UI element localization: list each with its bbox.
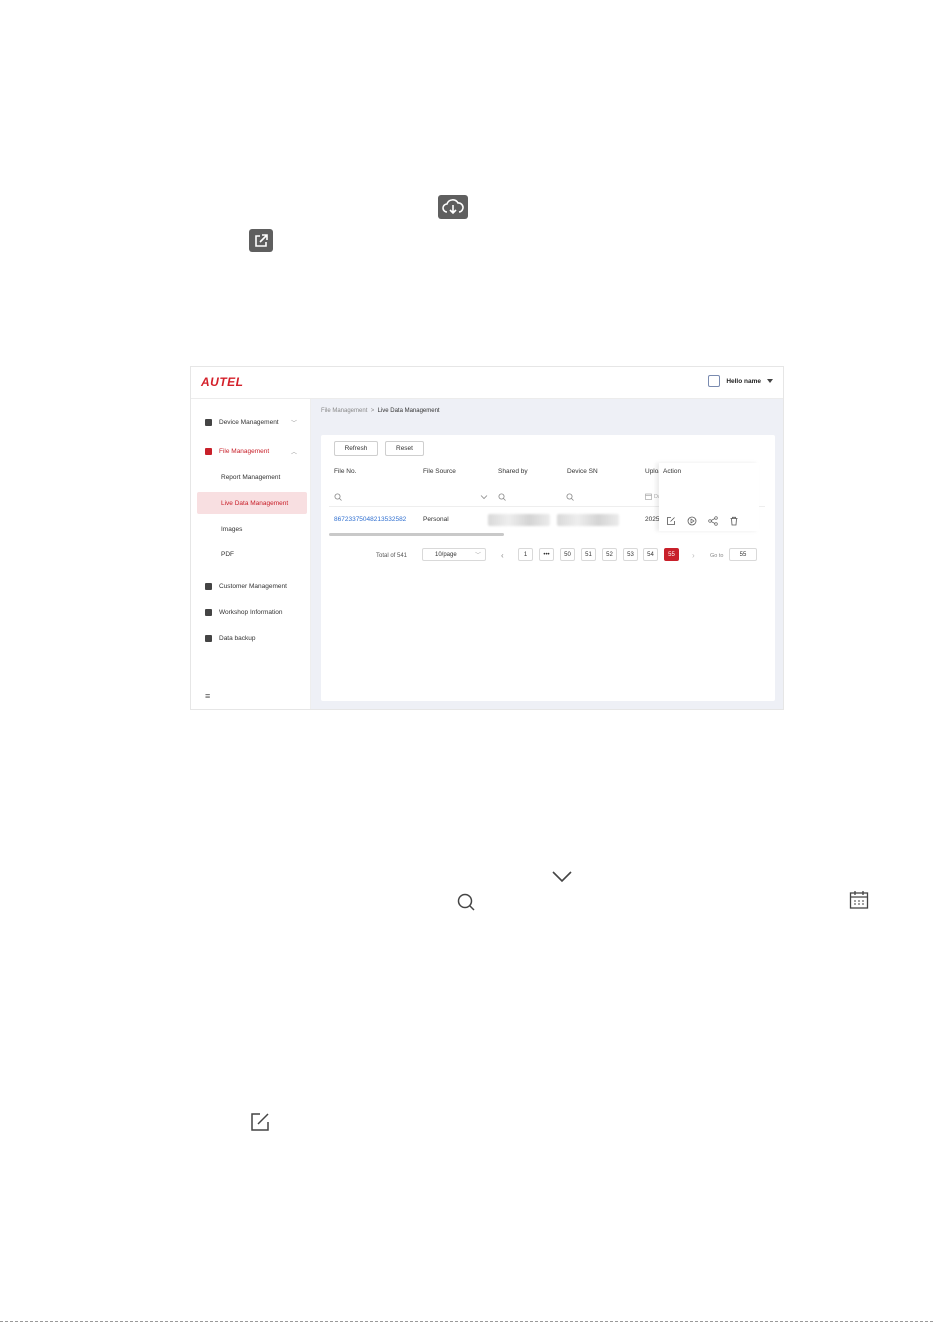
calendar-icon (848, 889, 870, 911)
app-screenshot: AUTEL Hello name Device Management ﹀ Fil… (190, 366, 784, 710)
caret-down-icon (767, 379, 773, 383)
next-page-icon[interactable]: › (692, 549, 695, 562)
device-sn-redacted (557, 514, 619, 526)
table-panel: Refresh Reset File No. File Source Share… (321, 435, 775, 701)
chevron-down-icon: ﹀ (290, 420, 297, 427)
sidebar-item-images[interactable]: Images (191, 518, 311, 540)
sidebar-item-label: Device Management (219, 418, 279, 426)
user-menu[interactable]: Hello name (708, 375, 773, 387)
sidebar-item-label: Live Data Management (221, 499, 289, 507)
sidebar-item-file-management[interactable]: File Management ︿ (191, 440, 311, 462)
sidebar: Device Management ﹀ File Management ︿ Re… (191, 399, 311, 709)
column-header-device-sn: Device SN (567, 468, 598, 475)
sidebar-item-device-management[interactable]: Device Management ﹀ (191, 411, 311, 433)
sidebar-item-label: File Management (219, 447, 270, 455)
breadcrumb-separator: > (370, 408, 375, 414)
external-edit-icon (249, 229, 273, 252)
calendar-icon (645, 493, 652, 500)
edit-icon[interactable] (665, 515, 676, 526)
column-header-shared-by: Shared by (498, 468, 528, 475)
sidebar-item-pdf[interactable]: PDF (191, 543, 311, 565)
sidebar-item-report-management[interactable]: Report Management (191, 466, 311, 488)
breadcrumb: File Management > Live Data Management (321, 408, 440, 414)
trash-icon[interactable] (728, 515, 739, 526)
main-content: File Management > Live Data Management R… (311, 399, 783, 709)
column-header-file-source: File Source (423, 468, 456, 475)
top-bar: AUTEL Hello name (191, 367, 783, 399)
sidebar-item-data-backup[interactable]: Data backup (191, 627, 311, 649)
page-1[interactable]: 1 (518, 548, 533, 561)
page-size-value: 10/page (435, 551, 457, 558)
chevron-down-icon[interactable] (480, 493, 488, 503)
play-icon[interactable] (686, 515, 697, 526)
folder-icon (205, 447, 212, 455)
share-icon[interactable] (707, 515, 718, 526)
search-icon (455, 891, 477, 913)
sidebar-item-label: Report Management (221, 473, 281, 481)
sidebar-item-label: PDF (221, 550, 234, 558)
shared-by-redacted (488, 514, 550, 526)
action-column: Action (659, 463, 759, 531)
sidebar-item-label: Images (221, 525, 243, 533)
sidebar-item-customer-management[interactable]: Customer Management (191, 575, 311, 597)
file-source-cell: Personal (423, 516, 449, 523)
page-size-select[interactable]: 10/page ﹀ (422, 548, 486, 561)
page-bottom-divider (0, 1321, 933, 1322)
page-50[interactable]: 50 (560, 548, 575, 561)
horizontal-scrollbar[interactable] (329, 533, 504, 536)
page-53[interactable]: 53 (623, 548, 638, 561)
breadcrumb-current: Live Data Management (377, 408, 440, 414)
reset-button[interactable]: Reset (385, 441, 424, 456)
customer-icon (205, 582, 212, 590)
page-55-current[interactable]: 55 (664, 548, 679, 561)
search-icon[interactable] (334, 493, 342, 503)
column-header-file-no: File No. (334, 468, 357, 475)
sidebar-item-label: Data backup (219, 634, 256, 642)
page-52[interactable]: 52 (602, 548, 617, 561)
menu-collapse-icon[interactable]: ≡ (205, 691, 210, 701)
sidebar-item-workshop-information[interactable]: Workshop Information (191, 601, 311, 623)
chevron-up-icon: ︿ (290, 449, 297, 456)
user-name: Hello name (726, 377, 761, 385)
goto-label: Go to (710, 552, 724, 559)
goto-page-input[interactable]: 55 (729, 548, 757, 561)
workshop-icon (205, 608, 212, 616)
sidebar-item-live-data-management[interactable]: Live Data Management (197, 492, 307, 514)
search-icon[interactable] (498, 493, 506, 503)
column-header-action: Action (663, 468, 682, 475)
chevron-down-icon (550, 868, 574, 886)
prev-page-icon[interactable]: ‹ (501, 549, 504, 562)
page-51[interactable]: 51 (581, 548, 596, 561)
breadcrumb-parent[interactable]: File Management (321, 408, 367, 414)
backup-icon (205, 634, 212, 642)
device-icon (205, 418, 212, 426)
avatar (708, 375, 721, 387)
page-54[interactable]: 54 (643, 548, 658, 561)
search-icon[interactable] (566, 493, 574, 503)
cloud-download-icon (438, 195, 468, 219)
page-ellipsis[interactable]: ••• (539, 548, 554, 561)
edit-icon (248, 1110, 272, 1134)
total-count: Total of 541 (376, 552, 408, 559)
file-no-link[interactable]: 867233750482135325​82 (334, 516, 406, 523)
autel-logo: AUTEL (201, 375, 244, 389)
sidebar-item-label: Customer Management (219, 582, 287, 590)
sidebar-item-label: Workshop Information (219, 608, 283, 616)
refresh-button[interactable]: Refresh (334, 441, 378, 456)
chevron-down-icon: ﹀ (474, 553, 481, 559)
